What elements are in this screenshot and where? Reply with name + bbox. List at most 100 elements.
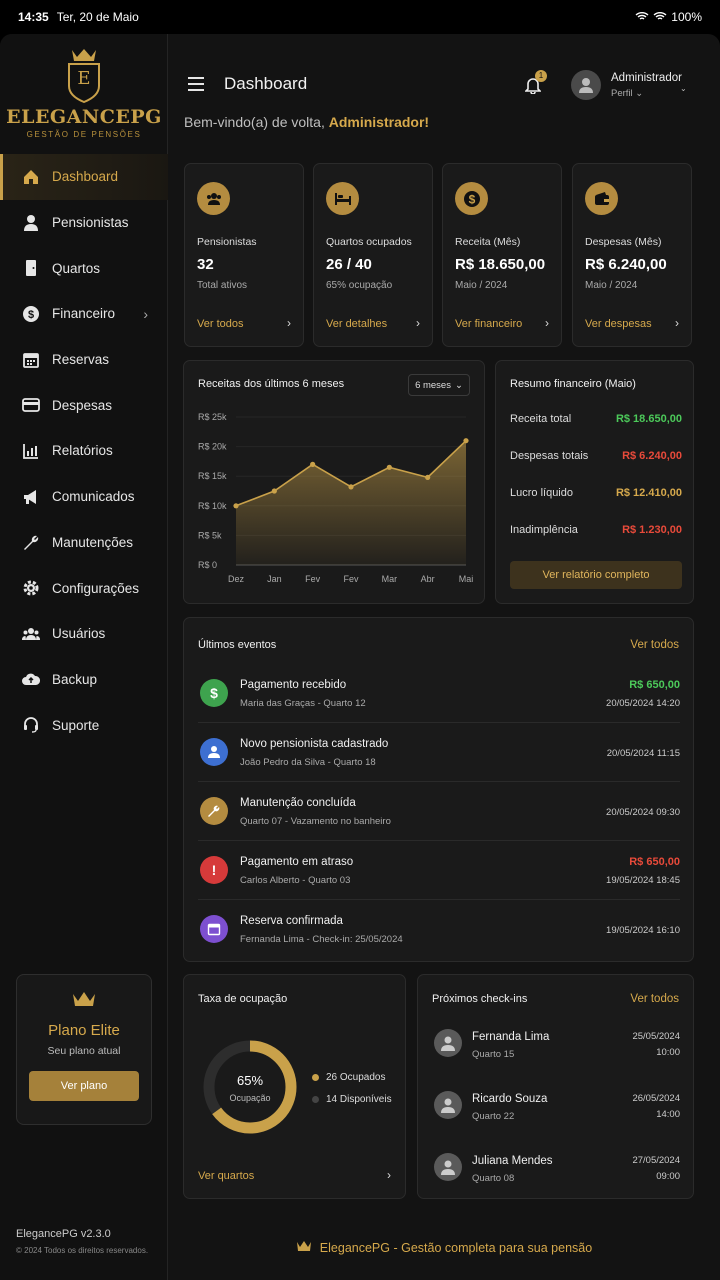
- sidebar-item-pensionistas[interactable]: Pensionistas: [0, 200, 168, 246]
- sidebar-item-label: Financeiro: [52, 306, 116, 322]
- view-financeiro-link[interactable]: Ver financeiro: [455, 318, 522, 330]
- sidebar-item-despesas[interactable]: Despesas: [0, 382, 168, 428]
- sidebar-item-usuarios[interactable]: Usuários: [0, 611, 168, 657]
- sidebar-item-quartos[interactable]: Quartos: [0, 245, 168, 291]
- crown-icon: [296, 1240, 312, 1255]
- data-point: [425, 474, 431, 480]
- notifications-button[interactable]: 1: [524, 70, 547, 99]
- view-despesas-link[interactable]: Ver despesas: [585, 318, 652, 330]
- event-date: 19/05/2024 18:45: [606, 875, 680, 886]
- user-role-label: Perfil: [611, 88, 633, 99]
- checkin-time: 09:00: [656, 1171, 680, 1182]
- sidebar-item-reservas[interactable]: Reservas: [0, 337, 168, 383]
- menu-icon[interactable]: [188, 77, 204, 91]
- dollar-icon: $: [455, 182, 488, 215]
- checkin-name: Fernanda Lima: [472, 1031, 550, 1043]
- checkin-room: Quarto 15: [472, 1049, 515, 1060]
- brand-tagline: GESTÃO DE PENSÕES: [26, 130, 142, 139]
- chevron-right-icon[interactable]: ›: [416, 316, 420, 330]
- list-item[interactable]: Novo pensionista cadastrado João Pedro d…: [198, 724, 680, 782]
- sidebar-item-dashboard[interactable]: Dashboard: [0, 154, 168, 200]
- view-all-checkins-link[interactable]: Ver todos: [630, 993, 679, 1005]
- checkin-date: 27/05/2024: [632, 1155, 680, 1166]
- legend-available: 14 Disponíveis: [312, 1094, 392, 1105]
- sidebar-item-configuracoes[interactable]: Configurações: [0, 565, 168, 611]
- sidebar-item-label: Relatórios: [52, 443, 113, 459]
- full-report-button[interactable]: Ver relatório completo: [510, 561, 682, 589]
- sidebar-item-label: Backup: [52, 671, 98, 687]
- list-item[interactable]: Manutenção concluída Quarto 07 - Vazamen…: [198, 783, 680, 841]
- stat-subtitle: Maio / 2024: [585, 280, 638, 291]
- welcome-prefix: Bem-vindo(a) de volta,: [184, 114, 329, 130]
- range-select-value: 6 meses: [415, 379, 451, 391]
- x-tick-label: Mar: [382, 574, 398, 584]
- card-icon: [22, 396, 40, 414]
- app-version: ElegancePG v2.3.0: [16, 1228, 111, 1240]
- sidebar-item-financeiro[interactable]: $ Financeiro ›: [0, 291, 168, 337]
- stat-label: Quartos ocupados: [326, 236, 412, 248]
- x-tick-label: Jan: [267, 574, 282, 584]
- occupancy-title: Taxa de ocupação: [198, 993, 288, 1005]
- occupancy-percent: 65%: [236, 1073, 264, 1088]
- event-amount: R$ 650,00: [629, 679, 680, 691]
- view-all-pensionistas-link[interactable]: Ver todos: [197, 318, 243, 330]
- stat-card-pensionistas: Pensionistas 32 Total ativos Ver todos ›: [184, 163, 304, 347]
- checkin-name: Juliana Mendes: [472, 1155, 553, 1167]
- x-tick-label: Mai: [459, 574, 474, 584]
- page-title: Dashboard: [224, 74, 308, 93]
- event-subtitle: Fernanda Lima - Check-in: 25/05/2024: [240, 934, 403, 945]
- data-point: [463, 438, 469, 444]
- plan-title: Plano Elite: [48, 1022, 120, 1039]
- checkin-name: Ricardo Souza: [472, 1093, 548, 1105]
- sidebar-item-label: Comunicados: [52, 489, 135, 505]
- avatar[interactable]: [571, 70, 601, 100]
- view-rooms-link[interactable]: Ver quartos: [198, 1170, 254, 1182]
- checkin-date: 25/05/2024: [632, 1031, 680, 1042]
- status-bar: 14:35 Ter, 20 de Maio 100%: [0, 0, 720, 34]
- list-item[interactable]: ! Pagamento em atraso Carlos Alberto - Q…: [198, 842, 680, 900]
- data-point: [233, 503, 239, 509]
- user-menu-chevron-icon[interactable]: ⌄: [680, 84, 687, 93]
- sidebar-item-backup[interactable]: Backup: [0, 657, 168, 703]
- summary-row-label: Inadimplência: [510, 524, 578, 536]
- event-subtitle: Carlos Alberto - Quarto 03: [240, 875, 351, 886]
- stat-value: R$ 18.650,00: [455, 256, 546, 273]
- chevron-right-icon[interactable]: ›: [545, 316, 549, 330]
- user-role[interactable]: Perfil ⌄: [611, 88, 643, 99]
- sidebar-item-manutencoes[interactable]: Manutenções: [0, 520, 168, 566]
- sidebar-item-relatorios[interactable]: Relatórios: [0, 428, 168, 474]
- stat-value: 32: [197, 256, 214, 273]
- sidebar-item-comunicados[interactable]: Comunicados: [0, 474, 168, 520]
- event-title: Pagamento em atraso: [240, 856, 354, 868]
- range-select[interactable]: 6 meses ⌄: [408, 374, 470, 396]
- bell-icon: [524, 78, 542, 98]
- list-item[interactable]: Juliana Mendes Quarto 08 27/05/2024 09:0…: [432, 1145, 680, 1205]
- event-subtitle: Maria das Graças - Quarto 12: [240, 698, 366, 709]
- chevron-right-icon[interactable]: ›: [387, 1168, 391, 1182]
- y-tick-label: R$ 25k: [198, 412, 227, 422]
- chevron-right-icon[interactable]: ›: [675, 316, 679, 330]
- event-subtitle: João Pedro da Silva - Quarto 18: [240, 757, 376, 768]
- view-plan-button[interactable]: Ver plano: [29, 1071, 139, 1101]
- summary-row-label: Despesas totais: [510, 450, 589, 462]
- view-details-link[interactable]: Ver detalhes: [326, 318, 387, 330]
- list-item[interactable]: Ricardo Souza Quarto 22 26/05/2024 14:00: [432, 1083, 680, 1143]
- list-item[interactable]: Reserva confirmada Fernanda Lima - Check…: [198, 901, 680, 959]
- chevron-down-icon: ⌄: [635, 88, 644, 99]
- view-all-events-link[interactable]: Ver todos: [630, 639, 679, 651]
- recent-events-title: Últimos eventos: [198, 639, 277, 651]
- logo-letter: E: [77, 68, 91, 89]
- sidebar: E ELEGANCEPG GESTÃO DE PENSÕES Dashboard…: [0, 34, 168, 1280]
- user-name[interactable]: Administrador: [611, 72, 682, 84]
- sidebar-item-label: Despesas: [52, 397, 113, 413]
- chevron-right-icon[interactable]: ›: [287, 316, 291, 330]
- occupancy-card: Taxa de ocupação 65% Ocupação 26 Ocupado…: [183, 974, 406, 1199]
- sidebar-item-suporte[interactable]: Suporte: [0, 702, 168, 748]
- plan-subtitle: Seu plano atual: [47, 1045, 121, 1057]
- data-point: [348, 484, 354, 490]
- stat-card-quartos: Quartos ocupados 26 / 40 65% ocupação Ve…: [313, 163, 433, 347]
- list-item[interactable]: Fernanda Lima Quarto 15 25/05/2024 10:00: [432, 1021, 680, 1081]
- list-item[interactable]: $ Pagamento recebido Maria das Graças - …: [198, 665, 680, 723]
- stat-card-despesas: Despesas (Mês) R$ 6.240,00 Maio / 2024 V…: [572, 163, 692, 347]
- x-tick-label: Fev: [305, 574, 321, 584]
